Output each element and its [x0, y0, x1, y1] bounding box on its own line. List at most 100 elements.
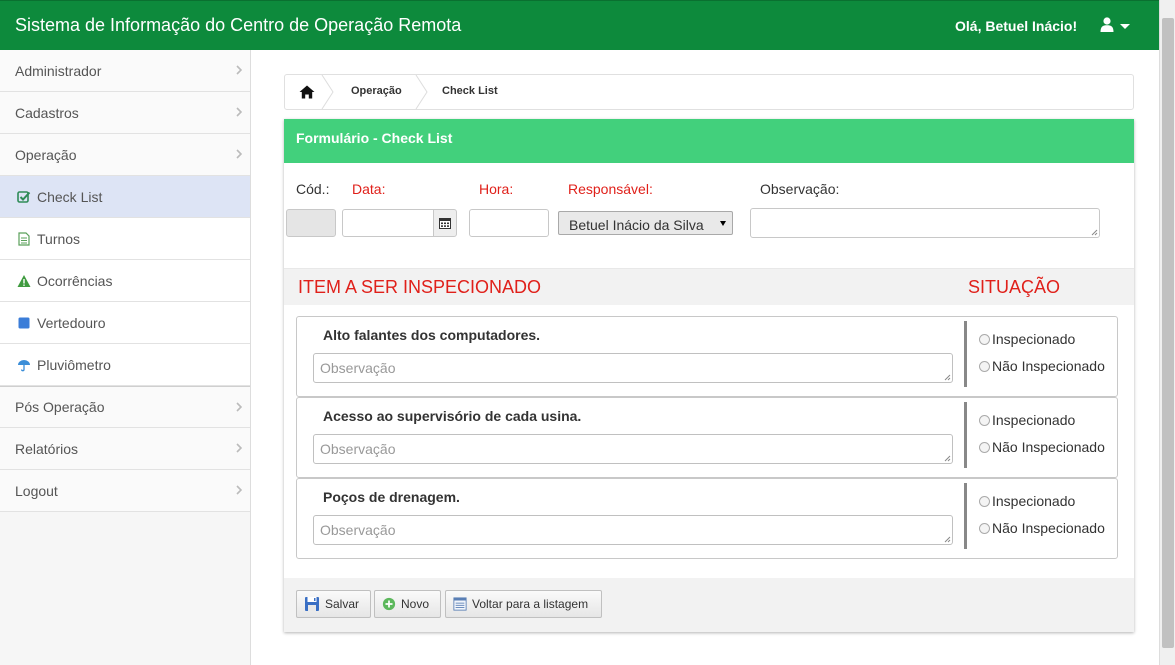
sidebar-item-vertedouro[interactable]: Vertedouro [0, 302, 250, 344]
radio-inspecionado[interactable]: Inspecionado [979, 331, 1075, 347]
sidebar-item-logout[interactable]: Logout [0, 470, 250, 512]
inspection-item: Poços de drenagem. Observação Inspeciona… [296, 478, 1118, 559]
observacao-textarea[interactable] [750, 208, 1100, 238]
chevron-right-icon [236, 443, 242, 453]
calendar-icon [439, 218, 451, 229]
inspection-item: Alto falantes dos computadores. Observaç… [296, 316, 1118, 397]
resize-handle-icon[interactable] [944, 536, 951, 543]
resize-handle-icon[interactable] [1091, 229, 1098, 236]
sidebar-item-label: Cadastros [15, 104, 79, 121]
breadcrumb: Operação Check List [284, 74, 1134, 110]
vertical-divider [964, 402, 967, 468]
breadcrumb-separator-icon [321, 75, 334, 109]
chevron-right-icon [236, 402, 242, 412]
app-title[interactable]: Sistema de Informação do Centro de Opera… [15, 15, 461, 36]
resize-handle-icon[interactable] [944, 455, 951, 462]
page-scrollbar[interactable] [1159, 0, 1175, 665]
responsavel-label: Responsável: [568, 181, 653, 197]
radio-nao-inspecionado[interactable]: Não Inspecionado [979, 439, 1105, 455]
add-circle-icon [382, 597, 396, 611]
breadcrumb-item-check-list: Check List [442, 85, 498, 97]
new-button[interactable]: Novo [374, 590, 441, 618]
inspection-item-name: Poços de drenagem. [323, 489, 460, 505]
sidebar-item-label: Check List [37, 188, 103, 205]
responsavel-selected-value: Betuel Inácio da Silva [569, 217, 704, 233]
list-icon [453, 597, 467, 611]
inspection-observation-field[interactable]: Observação [313, 353, 953, 383]
warning-icon [17, 274, 31, 287]
sidebar-item-administrador[interactable]: Administrador [0, 50, 250, 92]
form-footer: Salvar Novo Voltar para a listagem [284, 578, 1134, 632]
sidebar-item-operacao[interactable]: Operação [0, 134, 250, 176]
panel-title: Formulário - Check List [284, 119, 1134, 163]
save-icon [305, 597, 319, 611]
radio-inspecionado[interactable]: Inspecionado [979, 412, 1075, 428]
radio-label: Não Inspecionado [992, 358, 1105, 374]
resize-handle-icon[interactable] [944, 374, 951, 381]
radio-button[interactable] [979, 495, 990, 507]
scrollbar-thumb[interactable] [1162, 18, 1174, 648]
inspection-item: Acesso ao supervisório de cada usina. Ob… [296, 397, 1118, 478]
chevron-right-icon [236, 65, 242, 75]
sidebar-item-relatorios[interactable]: Relatórios [0, 428, 250, 470]
sidebar-item-turnos[interactable]: Turnos [0, 218, 250, 260]
sidebar-item-label: Ocorrências [37, 272, 113, 289]
radio-label: Não Inspecionado [992, 439, 1105, 455]
radio-button[interactable] [979, 360, 990, 372]
sidebar-item-cadastros[interactable]: Cadastros [0, 92, 250, 134]
item-column-heading: ITEM A SER INSPECIONADO [298, 277, 542, 297]
responsavel-select[interactable]: Betuel Inácio da Silva [558, 211, 733, 235]
umbrella-icon [18, 359, 30, 371]
cod-label: Cód.: [296, 181, 330, 197]
sidebar: Administrador Cadastros Operação Check L… [0, 50, 251, 665]
sidebar-item-pluviometro[interactable]: Pluviômetro [0, 344, 250, 386]
radio-label: Inspecionado [992, 331, 1076, 347]
sidebar-item-label: Pós Operação [15, 399, 105, 415]
sidebar-item-check-list[interactable]: Check List [0, 176, 250, 218]
hora-label: Hora: [479, 181, 514, 197]
radio-label: Inspecionado [992, 412, 1076, 428]
user-icon[interactable] [1100, 17, 1114, 33]
new-button-label: Novo [401, 597, 430, 611]
user-menu-caret-icon[interactable] [1120, 24, 1130, 29]
inspection-section-header: ITEM A SER INSPECIONADO SITUAÇÃO [284, 268, 1134, 305]
radio-button[interactable] [979, 441, 990, 453]
cod-field [286, 209, 336, 237]
check-square-icon [17, 190, 31, 203]
user-greeting[interactable]: Olá, Betuel Inácio! [955, 18, 1077, 34]
radio-nao-inspecionado[interactable]: Não Inspecionado [979, 358, 1105, 374]
sidebar-item-label: Administrador [15, 62, 102, 79]
calendar-button[interactable] [433, 209, 457, 237]
status-column-heading: SITUAÇÃO [968, 277, 1061, 297]
observation-placeholder: Observação [320, 441, 396, 457]
sidebar-item-ocorrencias[interactable]: Ocorrências [0, 260, 250, 302]
radio-inspecionado[interactable]: Inspecionado [979, 493, 1075, 509]
data-field[interactable] [342, 209, 434, 237]
radio-button[interactable] [979, 414, 990, 426]
inspection-item-name: Acesso ao supervisório de cada usina. [323, 408, 582, 424]
back-to-list-button[interactable]: Voltar para a listagem [445, 590, 602, 618]
sidebar-item-pos-operacao[interactable]: Pós Operação [0, 386, 250, 428]
hora-field[interactable] [469, 209, 549, 237]
document-icon [18, 231, 30, 246]
dropdown-arrow-icon [720, 221, 726, 226]
observation-placeholder: Observação [320, 360, 396, 376]
inspection-observation-field[interactable]: Observação [313, 434, 953, 464]
radio-button[interactable] [979, 522, 990, 534]
radio-button[interactable] [979, 333, 990, 345]
data-label: Data: [352, 181, 386, 197]
chevron-right-icon [236, 485, 242, 495]
breadcrumb-separator-icon [415, 75, 428, 109]
save-button[interactable]: Salvar [296, 590, 371, 618]
chevron-right-icon [236, 107, 242, 117]
inspection-observation-field[interactable]: Observação [313, 515, 953, 545]
breadcrumb-item-operacao[interactable]: Operação [351, 85, 402, 97]
top-navbar: Sistema de Informação do Centro de Opera… [0, 0, 1159, 50]
sidebar-item-label: Relatórios [15, 440, 79, 457]
square-icon [18, 317, 30, 328]
sidebar-item-label: Turnos [37, 230, 81, 247]
radio-label: Não Inspecionado [992, 520, 1105, 536]
vertical-divider [964, 321, 967, 387]
radio-nao-inspecionado[interactable]: Não Inspecionado [979, 520, 1105, 536]
home-icon[interactable] [299, 85, 315, 99]
